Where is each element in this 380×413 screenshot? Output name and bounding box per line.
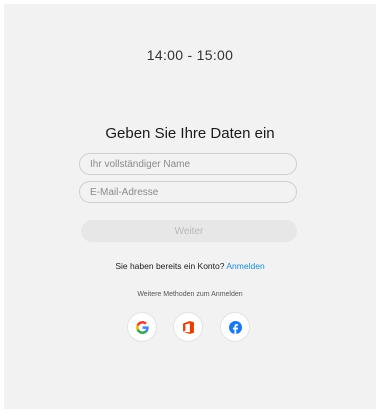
facebook-signin-button[interactable]	[221, 313, 249, 341]
office-signin-button[interactable]	[174, 313, 202, 341]
google-icon	[135, 320, 149, 334]
office-icon	[182, 320, 194, 334]
continue-button[interactable]: Weiter	[81, 220, 297, 242]
signin-link[interactable]: Anmelden	[226, 261, 264, 271]
google-signin-button[interactable]	[128, 313, 156, 341]
facebook-icon	[228, 320, 242, 334]
signin-prompt-line: Sie haben bereits ein Konto? Anmelden	[4, 261, 376, 271]
signin-prompt: Sie haben bereits ein Konto?	[115, 261, 225, 271]
email-input[interactable]	[79, 181, 297, 203]
full-name-input[interactable]	[79, 153, 297, 175]
meeting-time-range: 14:00 - 15:00	[146, 47, 234, 63]
join-meeting-panel: 14:00 - 15:00 Geben Sie Ihre Daten ein W…	[4, 4, 376, 409]
other-methods-label: Weitere Methoden zum Anmelden	[137, 291, 243, 298]
form-title: Geben Sie Ihre Daten ein	[105, 125, 275, 142]
